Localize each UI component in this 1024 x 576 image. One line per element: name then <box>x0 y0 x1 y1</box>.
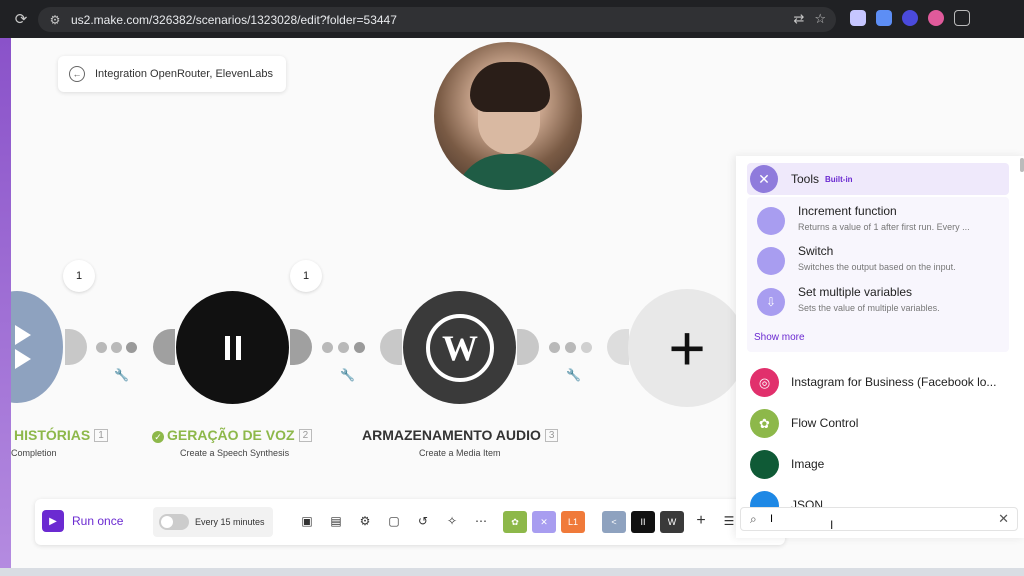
address-bar[interactable]: ⚙ us2.make.com/326382/scenarios/1323028/… <box>38 7 836 32</box>
webcam-overlay <box>434 42 582 190</box>
extensions-bar <box>850 10 970 26</box>
magic-wand-icon[interactable]: ✧ <box>444 513 460 529</box>
connector-dot[interactable] <box>549 342 560 353</box>
clear-icon[interactable]: ✕ <box>998 511 1009 527</box>
back-arrow-icon[interactable]: ← <box>69 66 85 82</box>
connector-half <box>607 329 629 365</box>
os-taskbar <box>0 568 1024 576</box>
tool-item-increment[interactable]: Increment function Returns a value of 1 … <box>757 201 1007 241</box>
extension-icon[interactable] <box>902 10 918 26</box>
elevenlabs-shortcut[interactable]: II <box>631 511 655 533</box>
wrench-icon[interactable]: 🔧 <box>566 368 581 382</box>
search-input[interactable] <box>770 510 990 528</box>
wrench-icon[interactable]: 🔧 <box>114 368 129 382</box>
module-picker-panel: ✕ Tools Built-in Increment function Retu… <box>736 156 1024 538</box>
operations-badge[interactable]: 1 <box>63 260 95 292</box>
connector-dot[interactable] <box>565 342 576 353</box>
connector-dot[interactable] <box>126 342 137 353</box>
save-icon[interactable]: ▣ <box>299 513 315 529</box>
wordpress-shortcut[interactable]: W <box>660 511 684 533</box>
wordpress-icon: W <box>425 313 494 382</box>
tools-shortcut[interactable]: ✕ <box>532 511 556 533</box>
tool-item-switch[interactable]: Switch Switches the output based on the … <box>757 241 1007 281</box>
module-title: HISTÓRIAS 1 <box>14 427 108 443</box>
flow-control-icon: ✿ <box>750 409 779 438</box>
tools-list: Increment function Returns a value of 1 … <box>747 197 1009 352</box>
flow-control-shortcut[interactable]: ✿ <box>503 511 527 533</box>
elevenlabs-icon <box>224 335 241 360</box>
module-subtitle: Create a Speech Synthesis <box>180 448 290 458</box>
scenario-name[interactable]: Integration OpenRouter, ElevenLabs <box>95 68 273 80</box>
module-armazenamento-audio[interactable]: W <box>403 291 516 404</box>
add-module-button[interactable]: + <box>628 289 746 407</box>
sidebar-strip <box>0 38 11 568</box>
tool-icon <box>757 247 785 275</box>
connector-half <box>290 329 312 365</box>
openrouter-icon <box>15 325 31 369</box>
download-icon: ⇩ <box>757 288 785 316</box>
notes-icon[interactable]: ▤ <box>328 513 344 529</box>
connector-half <box>517 329 539 365</box>
app-item-flow-control[interactable]: ✿ Flow Control <box>750 406 1012 440</box>
translate-icon[interactable]: ⇄ <box>793 11 804 27</box>
check-icon: ✓ <box>152 431 164 443</box>
plus-icon: + <box>668 312 706 384</box>
module-title: ARMAZENAMENTO AUDIO 3 <box>362 427 559 443</box>
connector-dot[interactable] <box>338 342 349 353</box>
module-title: ✓ GERAÇÃO DE VOZ 2 <box>152 427 313 443</box>
play-icon: ▶ <box>42 510 64 532</box>
site-settings-icon[interactable]: ⚙ <box>47 13 63 27</box>
connector-dot[interactable] <box>581 342 592 353</box>
module-search: ⌕ ✕ <box>740 507 1018 531</box>
add-icon[interactable]: + <box>693 512 709 529</box>
note-icon[interactable]: ▢ <box>386 513 402 529</box>
extension-icon[interactable] <box>850 10 866 26</box>
wrench-icon[interactable]: 🔧 <box>340 368 355 382</box>
undo-icon[interactable]: ↺ <box>415 513 431 529</box>
filter-icon[interactable]: ☰ <box>721 513 737 529</box>
module-geracao-de-voz[interactable] <box>176 291 289 404</box>
connector-dot[interactable] <box>111 342 122 353</box>
text-cursor-icon: I <box>830 518 834 532</box>
connector-dot[interactable] <box>96 342 107 353</box>
text-parser-shortcut[interactable]: L1 <box>561 511 585 533</box>
module-subtitle: Completion <box>11 448 57 458</box>
search-icon: ⌕ <box>750 511 757 526</box>
connector-half <box>380 329 402 365</box>
openrouter-shortcut[interactable]: < <box>602 511 626 533</box>
connector-dot[interactable] <box>354 342 365 353</box>
scrollbar[interactable] <box>1020 158 1024 172</box>
url-text[interactable]: us2.make.com/326382/scenarios/1323028/ed… <box>71 13 397 27</box>
module-subtitle: Create a Media Item <box>419 448 501 458</box>
tool-icon <box>757 207 785 235</box>
puzzle-icon[interactable] <box>954 10 970 26</box>
extension-icon[interactable] <box>876 10 892 26</box>
extension-icon[interactable] <box>928 10 944 26</box>
connector-half <box>153 329 175 365</box>
app-item-image[interactable]: Image <box>750 447 1012 481</box>
module-histórias[interactable] <box>11 291 63 403</box>
tools-group[interactable]: ✕ Tools Built-in <box>747 163 1009 195</box>
tool-item-set-variables[interactable]: ⇩ Set multiple variables Sets the value … <box>757 282 1007 322</box>
browser-toolbar: ⟳ ⚙ us2.make.com/326382/scenarios/132302… <box>0 0 1024 38</box>
tools-icon: ✕ <box>750 165 778 193</box>
reload-icon[interactable]: ⟳ <box>10 8 32 30</box>
svg-text:W: W <box>442 328 478 368</box>
bottom-toolbar: ▶ Run once Every 15 minutes ▣ ▤ ⚙ ▢ ↺ ✧ … <box>35 499 785 545</box>
image-icon <box>750 450 779 479</box>
connector-dot[interactable] <box>322 342 333 353</box>
bookmark-star-icon[interactable]: ☆ <box>814 11 826 27</box>
connector-half <box>65 329 87 365</box>
run-once-button[interactable]: ▶ Run once <box>42 510 123 532</box>
gear-icon[interactable]: ⚙ <box>357 513 373 529</box>
toggle-switch[interactable] <box>159 514 189 530</box>
schedule-toggle[interactable]: Every 15 minutes <box>153 507 273 537</box>
operations-badge[interactable]: 1 <box>290 260 322 292</box>
more-icon[interactable]: ⋯ <box>473 513 489 529</box>
instagram-icon: ◎ <box>750 368 779 397</box>
breadcrumb: ← Integration OpenRouter, ElevenLabs <box>58 56 286 92</box>
app-item-instagram[interactable]: ◎ Instagram for Business (Facebook lo... <box>750 365 1012 399</box>
show-more-link[interactable]: Show more <box>754 332 805 343</box>
